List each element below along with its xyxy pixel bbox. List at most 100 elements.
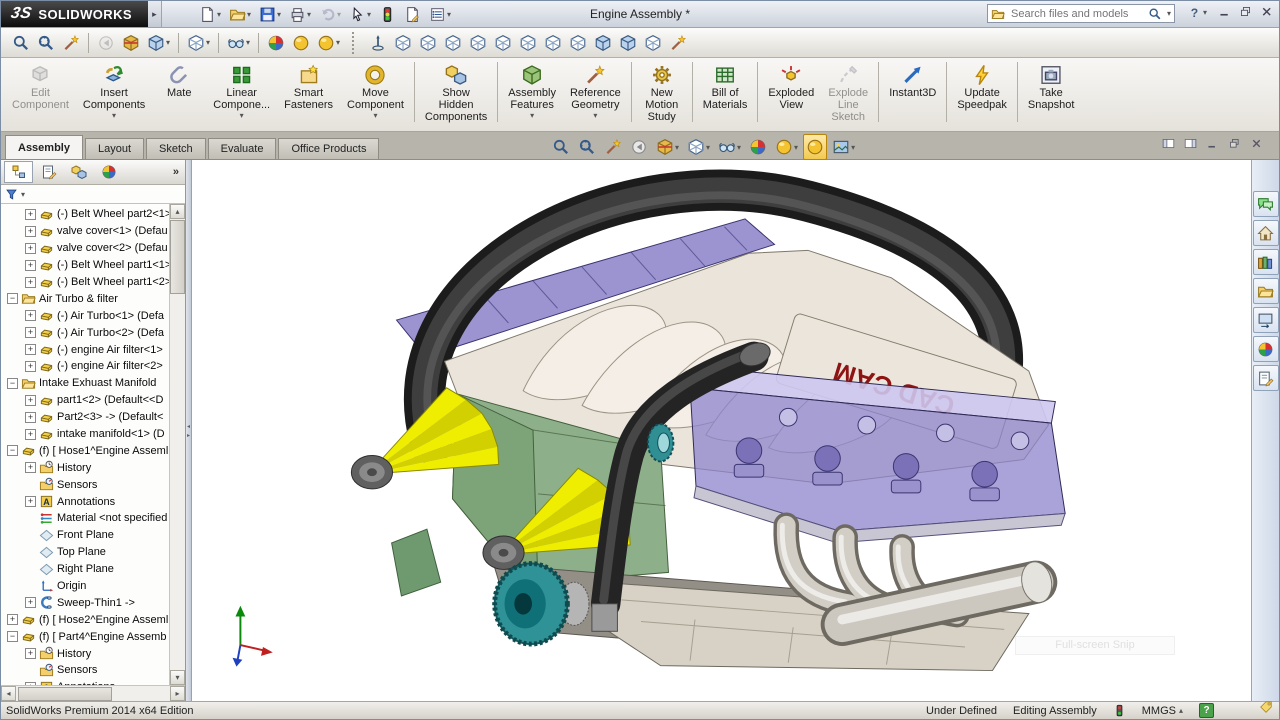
expand-box[interactable]: +	[25, 462, 36, 473]
tree-item[interactable]: +valve cover<2> (Defau	[1, 240, 169, 257]
close-button[interactable]	[1260, 5, 1273, 18]
panel-tab-property-manager[interactable]	[34, 161, 63, 183]
apply-scene-button[interactable]: ▾	[772, 134, 801, 160]
tree-item[interactable]: +(-) Air Turbo<2> (Defa	[1, 324, 169, 341]
tree-vertical-scrollbar[interactable]: ▴ ▾	[169, 204, 185, 685]
expand-box[interactable]: +	[25, 412, 36, 423]
dropdown-arrow[interactable]: ▾	[337, 10, 341, 19]
expand-box[interactable]: +	[25, 361, 36, 372]
collapse-box[interactable]: −	[7, 631, 18, 642]
doc-minimize-button[interactable]	[1206, 137, 1219, 150]
tab-layout[interactable]: Layout	[85, 138, 144, 159]
tree-item[interactable]: +part1<2> (Default<<D	[1, 392, 169, 409]
tree-item[interactable]: −(f) [ Hose1^Engine Asseml	[1, 442, 169, 459]
dropdown-arrow[interactable]: ▾	[112, 112, 116, 120]
doc-restore-button[interactable]	[1228, 137, 1241, 150]
tab-assembly[interactable]: Assembly	[5, 135, 83, 159]
display-style-button[interactable]: ▾	[144, 30, 173, 56]
tree-item[interactable]: +(-) Belt Wheel part1<1>	[1, 257, 169, 274]
zoom-to-area-button[interactable]	[575, 134, 599, 160]
view-right-button[interactable]	[466, 30, 490, 56]
section-view-button[interactable]: ▾	[653, 134, 682, 160]
tab-office-products[interactable]: Office Products	[278, 138, 379, 159]
tree-item[interactable]: +History	[1, 459, 169, 476]
reference-geometry-button[interactable]: Reference Geometry▾	[563, 61, 628, 124]
graphics-area[interactable]: CAD CAM	[192, 160, 1251, 701]
collapse-box[interactable]: −	[7, 445, 18, 456]
tags-button[interactable]	[1259, 700, 1273, 717]
update-speedpak-button[interactable]: Update Speedpak	[950, 61, 1014, 124]
rebuild-button[interactable]	[376, 1, 399, 27]
tree-item[interactable]: Sensors	[1, 476, 169, 493]
view-bottom-button[interactable]	[516, 30, 540, 56]
view-dimetric-button[interactable]	[566, 30, 590, 56]
zoom-to-fit-button[interactable]	[549, 134, 573, 160]
expand-box[interactable]: +	[25, 226, 36, 237]
insert-components-button[interactable]: Insert Components▾	[76, 61, 152, 124]
tree-item[interactable]: −Intake Exhuast Manifold	[1, 375, 169, 392]
mate-button[interactable]: Mate	[152, 61, 206, 124]
smart-fasteners-button[interactable]: Smart Fasteners	[277, 61, 340, 124]
tree-item[interactable]: −(f) [ Part4^Engine Assemb	[1, 628, 169, 645]
wireframe-button[interactable]	[641, 30, 665, 56]
dropdown-arrow[interactable]: ▾	[447, 10, 451, 19]
expand-box[interactable]: +	[25, 496, 36, 507]
previous-view-button[interactable]	[627, 134, 651, 160]
tree-item[interactable]: −Air Turbo & filter	[1, 290, 169, 307]
move-component-button[interactable]: Move Component▾	[340, 61, 411, 124]
dropdown-arrow[interactable]: ▾	[277, 10, 281, 19]
zoom-to-selection-button[interactable]	[601, 134, 625, 160]
pane-right-icon[interactable]	[1184, 137, 1197, 150]
dropdown-arrow[interactable]: ▾	[307, 10, 311, 19]
design-library-button[interactable]	[1253, 249, 1279, 275]
expand-box[interactable]: +	[25, 429, 36, 440]
edit-appearance-button[interactable]	[746, 134, 770, 160]
exhaust-headers[interactable]	[782, 525, 1055, 624]
instant3d-button[interactable]: Instant3D	[882, 61, 943, 124]
tree-item[interactable]: +(-) Belt Wheel part2<1>	[1, 206, 169, 223]
quick-tips-button[interactable]: ?	[1199, 703, 1214, 718]
minimize-button[interactable]	[1218, 5, 1231, 18]
view-back-button[interactable]	[416, 30, 440, 56]
scroll-up-button[interactable]: ▴	[170, 204, 185, 219]
dropdown-arrow[interactable]: ▾	[794, 143, 798, 152]
expand-box[interactable]: +	[25, 395, 36, 406]
panel-tab-configuration-manager[interactable]	[64, 161, 93, 183]
hscroll-thumb[interactable]	[18, 687, 112, 701]
tree-item[interactable]: Origin	[1, 578, 169, 595]
tree-item[interactable]: +(-) Air Turbo<1> (Defa	[1, 307, 169, 324]
tree-item[interactable]: Right Plane	[1, 561, 169, 578]
shaded-button[interactable]	[616, 30, 640, 56]
dropdown-arrow[interactable]: ▾	[240, 112, 244, 120]
reference-triad-button[interactable]	[366, 30, 390, 56]
doc-close-button[interactable]	[1250, 137, 1263, 150]
expand-box[interactable]: +	[7, 614, 18, 625]
magic-wand-button[interactable]	[666, 30, 690, 56]
show-hidden-components-button[interactable]: Show Hidden Components	[418, 61, 494, 124]
new-document-button[interactable]: ▾	[196, 1, 224, 27]
expand-box[interactable]: +	[25, 243, 36, 254]
view-settings-button[interactable]	[803, 134, 827, 160]
solidworks-resources-button[interactable]	[1253, 220, 1279, 246]
dropdown-arrow[interactable]: ▾	[206, 38, 210, 47]
collapse-box[interactable]: −	[7, 378, 18, 389]
engine-model[interactable]: CAD CAM	[192, 160, 1251, 701]
dropdown-arrow[interactable]: ▾	[373, 112, 377, 120]
dropdown-arrow[interactable]: ▾	[706, 143, 710, 152]
section-view-button[interactable]	[119, 30, 143, 56]
tab-sketch[interactable]: Sketch	[146, 138, 206, 159]
exploded-view-button[interactable]: Exploded View	[761, 61, 821, 124]
view-isometric-button[interactable]	[541, 30, 565, 56]
dropdown-arrow[interactable]: ▾	[530, 112, 534, 120]
bill-of-materials-button[interactable]: Bill of Materials	[696, 61, 755, 124]
edit-component-button[interactable]: Edit Component	[5, 61, 76, 124]
restore-button[interactable]	[1239, 5, 1252, 18]
take-snapshot-button[interactable]: Take Snapshot	[1021, 61, 1081, 124]
options-button[interactable]: ▾	[426, 1, 454, 27]
panel-tabs-overflow[interactable]: »	[173, 166, 182, 178]
view-orientation-button[interactable]: ▾	[684, 134, 713, 160]
dropdown-arrow[interactable]: ▾	[247, 10, 251, 19]
custom-properties-button[interactable]	[1253, 365, 1279, 391]
filter-funnel-icon[interactable]	[5, 188, 18, 201]
tree-item[interactable]: +intake manifold<1> (D	[1, 426, 169, 443]
